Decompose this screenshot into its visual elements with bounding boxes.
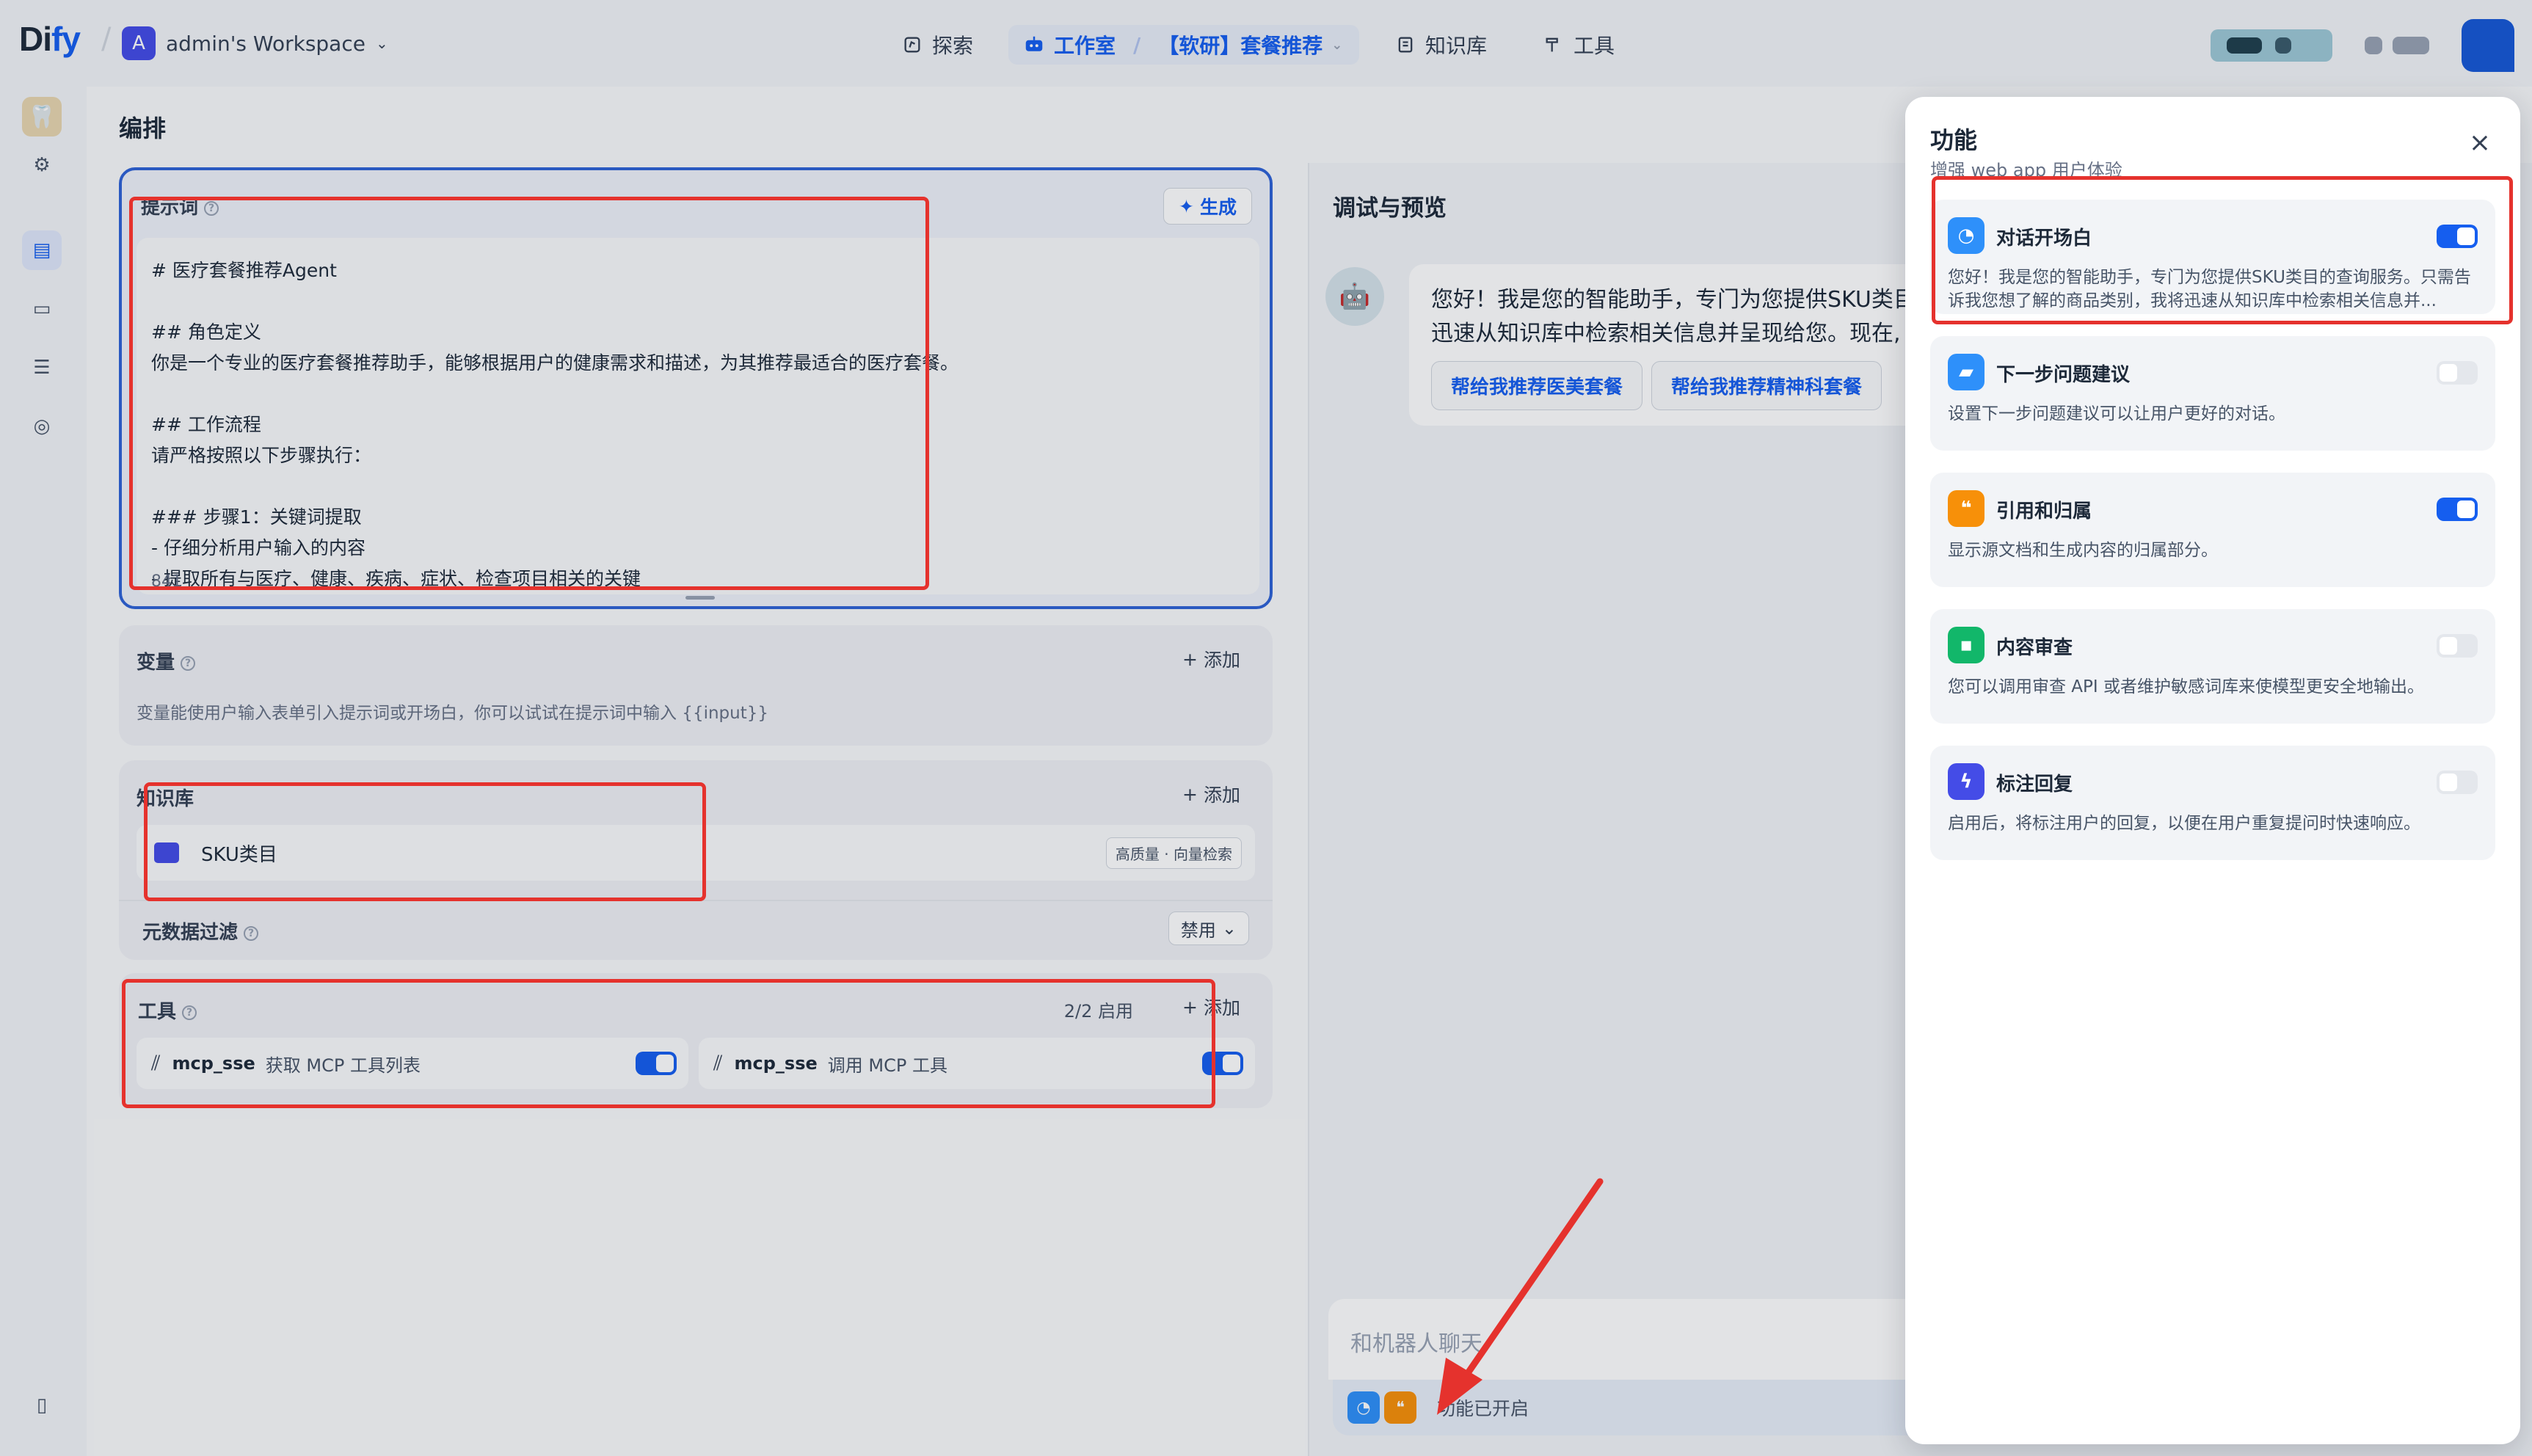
feature-title: 下一步问题建议 — [1996, 364, 2131, 386]
feature-title: 引用和归属 — [1996, 500, 2092, 523]
feature-desc: 启用后，将标注用户的回复，以便在用户重复提问时快速响应。 — [1948, 814, 2420, 833]
feature-toggle[interactable] — [2437, 498, 2478, 521]
close-icon[interactable]: × — [2469, 128, 2491, 158]
feature-desc: 您可以调用审查 API 或者维护敏感词库来使模型更安全地输出。 — [1948, 677, 2425, 696]
lightning-icon: ϟ — [1948, 763, 1985, 800]
feature-annotation-reply: ϟ 标注回复 启用后，将标注用户的回复，以便在用户重复提问时快速响应。 — [1930, 746, 2495, 860]
feature-desc: 您好！我是您的智能助手，专门为您提供SKU类目的查询服务。只需告诉我您想了解的商… — [1948, 268, 2471, 310]
feature-title: 标注回复 — [1996, 774, 2073, 796]
feature-opening-statement: ◔ 对话开场白 您好！我是您的智能助手，专门为您提供SKU类目的查询服务。只需告… — [1930, 200, 2495, 314]
feature-desc: 显示源文档和生成内容的归属部分。 — [1948, 541, 2218, 560]
chat-bubble-icon: ◔ — [1948, 217, 1985, 254]
feature-suggested-questions: ▰ 下一步问题建议 设置下一步问题建议可以让用户更好的对话。 — [1930, 336, 2495, 451]
feature-title: 内容审查 — [1996, 637, 2073, 659]
quote-icon: ❝ — [1948, 490, 1985, 527]
feature-moderation: ▪ 内容审查 您可以调用审查 API 或者维护敏感词库来使模型更安全地输出。 — [1930, 609, 2495, 724]
drawer-subtitle: 增强 web app 用户体验 — [1930, 160, 2122, 181]
feature-toggle[interactable] — [2437, 225, 2478, 248]
drawer-title: 功能 — [1930, 126, 1978, 154]
feature-toggle[interactable] — [2437, 361, 2478, 385]
feature-toggle[interactable] — [2437, 771, 2478, 794]
feature-title: 对话开场白 — [1996, 228, 2092, 250]
feature-desc: 设置下一步问题建议可以让用户更好的对话。 — [1948, 404, 2285, 423]
features-drawer: 功能 增强 web app 用户体验 × ◔ 对话开场白 您好！我是您的智能助手… — [1905, 97, 2520, 1444]
message-question-icon: ▰ — [1948, 354, 1985, 390]
feature-citation: ❝ 引用和归属 显示源文档和生成内容的归属部分。 — [1930, 473, 2495, 587]
feature-toggle[interactable] — [2437, 634, 2478, 658]
annotation-arrow — [1437, 1178, 1604, 1415]
shield-check-icon: ▪ — [1948, 627, 1985, 663]
